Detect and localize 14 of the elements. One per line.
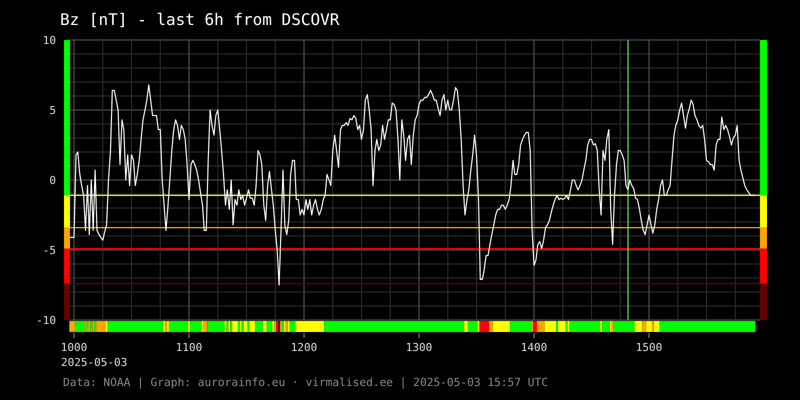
y-tick-label: -10: [36, 314, 56, 327]
y-tick-label: 0: [49, 174, 56, 187]
y-tick-label: -5: [42, 244, 56, 257]
chart-title: Bz [nT] - last 6h from DSCOVR: [60, 10, 340, 29]
x-tick-label: 1500: [636, 341, 662, 354]
x-tick-label: 1000: [60, 341, 88, 354]
x-tick-label: 1400: [520, 341, 548, 354]
y-tick-label: 5: [49, 104, 56, 117]
y-tick-label: 10: [42, 34, 56, 47]
x-tick-label: 1200: [290, 341, 318, 354]
x-tick-label: 1300: [406, 341, 432, 354]
footer-credits: Data: NOAA | Graph: aurorainfo.eu · virmalised.ee | 2025-05-03 15:57 UTC: [63, 376, 548, 389]
x-tick-label: 1100: [176, 341, 202, 354]
date-label: 2025-05-03: [61, 356, 128, 369]
